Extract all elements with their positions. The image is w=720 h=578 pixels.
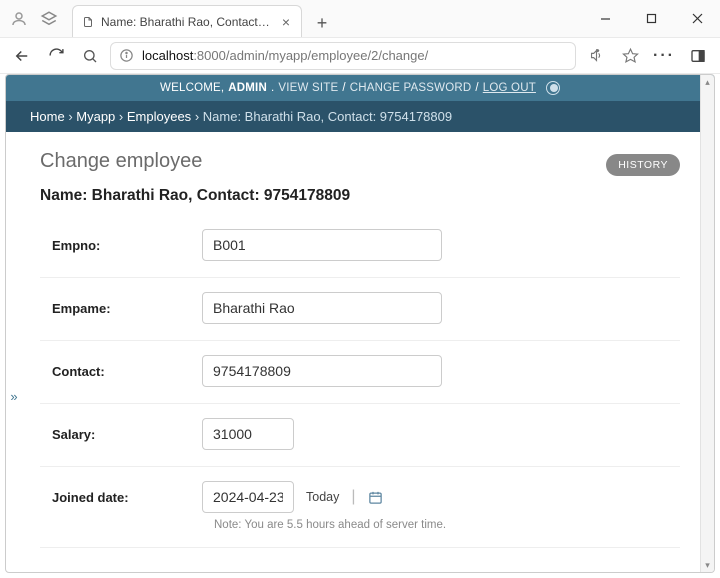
breadcrumb-model[interactable]: Employees — [127, 109, 191, 124]
empno-label: Empno: — [52, 238, 202, 253]
object-title: Name: Bharathi Rao, Contact: 9754178809 — [40, 187, 680, 205]
field-row-joined: Joined date: Today | Note: You are 5.5 h… — [40, 467, 680, 548]
admin-userbar: WELCOME, ADMIN. VIEW SITE / CHANGE PASSW… — [6, 75, 714, 101]
breadcrumb-current: Name: Bharathi Rao, Contact: 9754178809 — [203, 109, 452, 124]
search-button[interactable] — [76, 42, 104, 70]
url-text: localhost:8000/admin/myapp/employee/2/ch… — [142, 48, 428, 63]
page-title: Change employee — [40, 150, 680, 173]
page-viewport: ▴ ▾ WELCOME, ADMIN. VIEW SITE / CHANGE P… — [5, 74, 715, 573]
breadcrumb: Home › Myapp › Employees › Name: Bharath… — [6, 101, 714, 132]
contact-input[interactable] — [202, 355, 442, 387]
submit-row: SAVE Save and add another Save and conti… — [6, 558, 714, 572]
browser-toolbar: localhost:8000/admin/myapp/employee/2/ch… — [0, 38, 720, 74]
tab-title: Name: Bharathi Rao, Contact: 97… — [101, 15, 273, 29]
field-row-contact: Contact: — [40, 341, 680, 404]
site-info-icon[interactable] — [119, 48, 134, 63]
empame-input[interactable] — [202, 292, 442, 324]
read-aloud-icon[interactable]: » — [582, 42, 610, 70]
more-icon[interactable]: ··· — [650, 42, 678, 70]
sidebar-toggle-icon[interactable] — [684, 42, 712, 70]
profile-icon[interactable] — [6, 6, 32, 32]
today-link[interactable]: Today — [306, 490, 339, 504]
breadcrumb-app[interactable]: Myapp — [76, 109, 115, 124]
joined-label: Joined date: — [52, 490, 202, 505]
breadcrumb-home[interactable]: Home — [30, 109, 65, 124]
workspaces-icon[interactable] — [36, 6, 62, 32]
salary-label: Salary: — [52, 427, 202, 442]
theme-toggle-icon[interactable] — [546, 81, 560, 95]
new-tab-button[interactable]: + — [308, 9, 336, 37]
browser-tab-active[interactable]: Name: Bharathi Rao, Contact: 97… × — [72, 5, 302, 37]
username: ADMIN — [228, 82, 267, 94]
svg-text:»: » — [596, 48, 599, 53]
url-bar[interactable]: localhost:8000/admin/myapp/employee/2/ch… — [110, 42, 576, 70]
window-minimize-button[interactable] — [582, 3, 628, 35]
view-site-link[interactable]: VIEW SITE — [278, 82, 338, 94]
welcome-label: WELCOME, — [160, 82, 224, 94]
field-row-empno: Empno: — [40, 215, 680, 278]
nav-expand-icon[interactable]: » — [6, 385, 22, 407]
history-button[interactable]: HISTORY — [606, 154, 680, 176]
refresh-button[interactable] — [42, 42, 70, 70]
empame-label: Empame: — [52, 301, 202, 316]
page-favicon-icon — [81, 15, 95, 29]
calendar-icon[interactable] — [368, 490, 383, 505]
favorite-icon[interactable] — [616, 42, 644, 70]
tab-close-icon[interactable]: × — [279, 15, 293, 29]
window-maximize-button[interactable] — [628, 3, 674, 35]
field-row-salary: Salary: — [40, 404, 680, 467]
timezone-note: Note: You are 5.5 hours ahead of server … — [214, 519, 668, 531]
field-row-empame: Empame: — [40, 278, 680, 341]
change-password-link[interactable]: CHANGE PASSWORD — [350, 82, 472, 94]
browser-titlebar: Name: Bharathi Rao, Contact: 97… × + — [0, 0, 720, 38]
window-close-button[interactable] — [674, 3, 720, 35]
contact-label: Contact: — [52, 364, 202, 379]
empno-input[interactable] — [202, 229, 442, 261]
scroll-up-icon[interactable]: ▴ — [701, 75, 714, 89]
scroll-down-icon[interactable]: ▾ — [701, 558, 714, 572]
logout-link[interactable]: LOG OUT — [483, 82, 536, 94]
salary-input[interactable] — [202, 418, 294, 450]
joined-input[interactable] — [202, 481, 294, 513]
back-button[interactable] — [8, 42, 36, 70]
